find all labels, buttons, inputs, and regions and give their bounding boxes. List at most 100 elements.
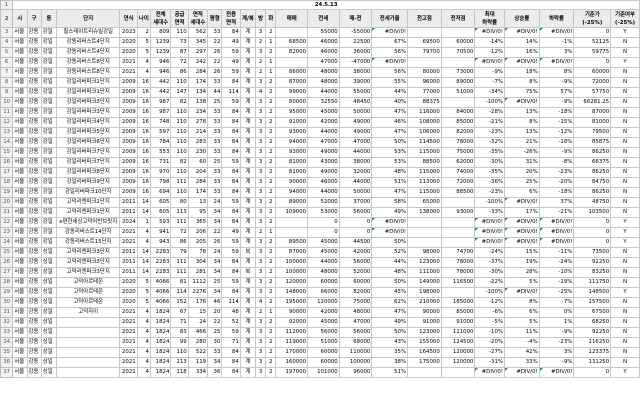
row-number[interactable]: 31 — [0, 307, 14, 318]
row-number[interactable]: 35 — [0, 347, 14, 358]
table-cell[interactable]: -100% — [474, 197, 506, 208]
table-cell[interactable]: 2 — [265, 317, 277, 328]
table-cell[interactable]: 0 — [573, 57, 612, 68]
table-cell[interactable]: 5 — [136, 277, 151, 288]
table-cell[interactable]: 2 — [265, 367, 277, 378]
column-header[interactable]: 방 — [255, 9, 267, 28]
table-cell[interactable]: #DIV/0! — [474, 227, 506, 238]
row-number[interactable]: 34 — [0, 337, 14, 348]
column-header[interactable]: 전세 — [307, 9, 340, 28]
table-cell[interactable]: 66000 — [307, 287, 340, 298]
table-cell[interactable]: 강동리버스트8단지 — [56, 67, 121, 78]
table-cell[interactable]: 85875 — [573, 137, 612, 148]
table-cell[interactable]: #DIV/0! — [371, 27, 409, 38]
row-number[interactable]: 26 — [0, 257, 14, 268]
table-cell[interactable]: 상일 — [40, 327, 58, 338]
table-cell[interactable]: -14% — [474, 37, 506, 48]
table-cell[interactable]: 3 — [255, 337, 267, 348]
table-cell[interactable]: 43000 — [307, 157, 340, 168]
table-cell[interactable]: N — [610, 47, 640, 58]
table-cell[interactable]: 계 — [239, 337, 257, 348]
table-cell[interactable]: 56000 — [338, 327, 373, 338]
table-cell[interactable]: 서울 — [12, 347, 28, 358]
table-cell[interactable]: 강동 — [26, 97, 42, 108]
table-cell[interactable]: 강동 — [26, 87, 42, 98]
table-cell[interactable]: N — [610, 37, 640, 48]
table-cell[interactable]: 강일리버파크7단지 — [56, 147, 121, 158]
table-cell[interactable]: 강동 — [26, 277, 42, 288]
table-cell[interactable]: 서울 — [12, 197, 28, 208]
table-cell[interactable]: 38% — [371, 357, 409, 368]
table-cell[interactable]: 강일리버파크8단지 — [56, 167, 121, 178]
table-cell[interactable]: 94000 — [275, 137, 309, 148]
table-cell[interactable] — [440, 217, 476, 228]
table-cell[interactable]: Y — [610, 227, 640, 238]
table-cell[interactable]: 16 — [136, 117, 151, 128]
table-cell[interactable]: 계 — [239, 207, 257, 218]
table-cell[interactable]: 계 — [239, 157, 257, 168]
sheet-title-date[interactable]: 24.5.13 — [12, 0, 640, 10]
table-cell[interactable]: 22 — [207, 227, 223, 238]
table-cell[interactable]: 5 — [136, 37, 151, 48]
table-cell[interactable]: 강일 — [40, 157, 58, 168]
table-cell[interactable]: 120000 — [440, 357, 476, 368]
table-cell[interactable]: 77000 — [407, 87, 442, 98]
row-number[interactable]: 25 — [0, 247, 14, 258]
table-cell[interactable]: 0 — [573, 27, 612, 38]
table-cell[interactable]: -23% — [538, 167, 575, 178]
table-cell[interactable]: -26% — [504, 147, 540, 158]
table-cell[interactable]: Y — [610, 27, 640, 38]
table-cell[interactable]: 14 — [136, 257, 151, 268]
table-cell[interactable]: 강일 — [40, 167, 58, 178]
table-cell[interactable] — [56, 367, 121, 378]
table-cell[interactable]: 서울 — [12, 27, 28, 38]
table-cell[interactable]: 계 — [239, 97, 257, 108]
table-cell[interactable]: 3 — [255, 317, 267, 328]
table-cell[interactable]: 15 — [187, 307, 209, 318]
table-cell[interactable] — [440, 57, 476, 68]
row-number[interactable]: 7 — [0, 67, 14, 78]
table-cell[interactable]: 강일 — [40, 177, 58, 188]
table-cell[interactable]: -20% — [538, 177, 575, 188]
table-cell[interactable]: 52125 — [573, 37, 612, 48]
table-cell[interactable]: 강동 — [26, 57, 42, 68]
table-cell[interactable]: 고덕리엔파크3단지 — [56, 267, 121, 278]
table-cell[interactable] — [275, 27, 309, 38]
table-cell[interactable]: 계 — [239, 47, 257, 58]
table-cell[interactable]: 2 — [265, 177, 277, 188]
table-cell[interactable]: 14 — [136, 207, 151, 218]
table-cell[interactable]: 81000 — [275, 157, 309, 168]
table-cell[interactable]: 55% — [371, 77, 409, 88]
table-cell[interactable]: 33% — [504, 357, 540, 368]
table-cell[interactable]: 4 — [136, 357, 151, 368]
table-cell[interactable]: 서울 — [12, 87, 28, 98]
table-cell[interactable]: 2020 — [119, 37, 138, 48]
table-cell[interactable]: 25 — [207, 327, 223, 338]
table-cell[interactable]: 3 — [255, 357, 267, 368]
table-cell[interactable]: -7% — [474, 77, 506, 88]
table-cell[interactable]: 84 — [221, 177, 241, 188]
table-cell[interactable]: 47000 — [338, 317, 373, 328]
table-cell[interactable]: 강동 — [26, 107, 42, 118]
table-cell[interactable]: 4 — [136, 307, 151, 318]
table-cell[interactable]: #DIV/0! — [474, 27, 506, 38]
table-cell[interactable]: 73 — [170, 37, 189, 48]
table-cell[interactable]: 5 — [136, 287, 151, 298]
table-cell[interactable]: 81 — [170, 277, 189, 288]
table-cell[interactable]: 52% — [371, 247, 409, 258]
table-cell[interactable]: 3 — [255, 147, 267, 158]
table-cell[interactable]: 서울 — [12, 37, 28, 48]
table-cell[interactable]: #DIV/0! — [504, 27, 540, 38]
table-cell[interactable]: 48 — [221, 307, 241, 318]
table-cell[interactable]: 49 — [221, 37, 241, 48]
table-cell[interactable]: 92000 — [275, 317, 309, 328]
table-cell[interactable]: 서울 — [12, 47, 28, 58]
table-cell[interactable]: 서울 — [12, 247, 28, 258]
table-cell[interactable]: 84 — [221, 217, 241, 228]
table-cell[interactable]: 5 — [136, 297, 151, 308]
row-number[interactable]: 30 — [0, 297, 14, 308]
table-cell[interactable]: 68250 — [573, 317, 612, 328]
table-cell[interactable]: 강일 — [40, 237, 58, 248]
table-cell[interactable]: 서울 — [12, 327, 28, 338]
table-cell[interactable]: 111 — [170, 217, 189, 228]
